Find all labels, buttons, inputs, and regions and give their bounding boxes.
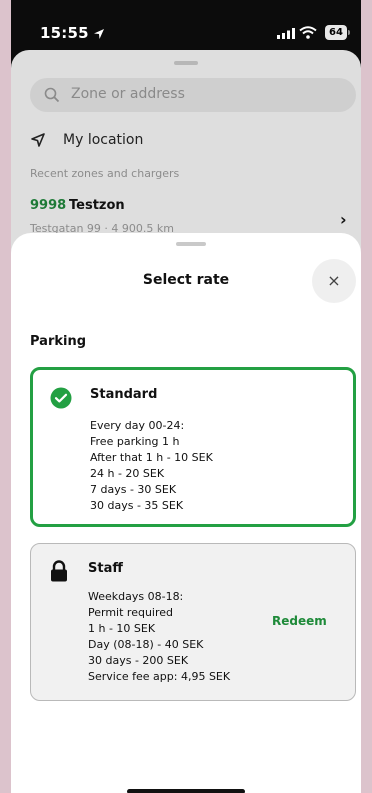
status-bar: 15:55 64 <box>11 0 361 48</box>
redeem-button[interactable]: Redeem <box>272 614 327 628</box>
search-placeholder: Zone or address <box>71 86 185 102</box>
rate-line: 7 days - 30 SEK <box>90 483 177 496</box>
page-title: Select rate <box>142 272 230 288</box>
phone-screen: 15:55 64 Zone or address My location Rec… <box>11 0 361 793</box>
rate-line: Permit required <box>88 606 174 619</box>
rate-card-staff[interactable]: Staff Weekdays 08-18: Permit required 1 … <box>30 543 356 701</box>
close-button[interactable]: × <box>312 259 356 303</box>
rate-line: Weekdays 08-18: <box>88 590 184 603</box>
rate-line: Every day 00-24: <box>90 419 185 432</box>
recent-heading: Recent zones and chargers <box>30 167 180 180</box>
rate-line: 30 days - 200 SEK <box>88 654 189 667</box>
rate-line: Day (08-18) - 40 SEK <box>88 638 204 651</box>
rate-line: 30 days - 35 SEK <box>90 499 184 512</box>
navigation-arrow-icon <box>31 133 45 147</box>
my-location-button[interactable]: My location <box>63 132 143 148</box>
sheet-grabber[interactable] <box>176 242 206 246</box>
rate-line: 24 h - 20 SEK <box>90 467 165 480</box>
check-circle-icon <box>50 387 72 409</box>
search-icon <box>44 87 60 103</box>
rate-details: Weekdays 08-18: Permit required 1 h - 10… <box>88 589 230 685</box>
zone-number[interactable]: 9998 <box>30 198 66 213</box>
rate-details: Every day 00-24: Free parking 1 h After … <box>90 418 213 514</box>
location-arrow-icon <box>93 29 104 39</box>
section-heading: Parking <box>30 334 87 349</box>
battery-indicator: 64 <box>325 25 350 40</box>
lock-icon <box>51 560 67 582</box>
rate-line: 1 h - 10 SEK <box>88 622 156 635</box>
cellular-signal-icon <box>277 28 295 39</box>
select-rate-sheet: Select rate × Parking Standard Every day… <box>11 233 361 793</box>
wifi-icon <box>299 26 317 39</box>
rate-line: Service fee app: 4,95 SEK <box>88 670 231 683</box>
rate-title: Standard <box>90 387 158 402</box>
rate-line: After that 1 h - 10 SEK <box>90 451 213 464</box>
rate-line: Free parking 1 h <box>90 435 180 448</box>
chevron-right-icon[interactable]: › <box>340 210 347 229</box>
search-input[interactable]: Zone or address <box>30 78 356 112</box>
status-time: 15:55 <box>40 24 105 42</box>
rate-title: Staff <box>88 561 123 576</box>
zone-name[interactable]: Testzon <box>69 198 125 213</box>
sheet-grabber[interactable] <box>174 61 198 65</box>
home-indicator[interactable] <box>127 789 245 793</box>
rate-card-standard[interactable]: Standard Every day 00-24: Free parking 1… <box>30 367 356 527</box>
